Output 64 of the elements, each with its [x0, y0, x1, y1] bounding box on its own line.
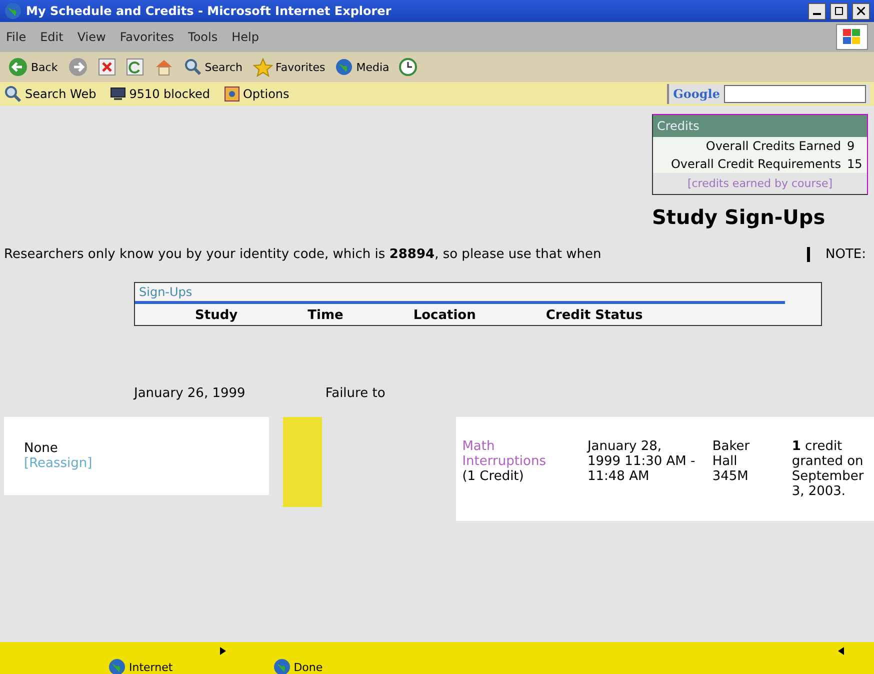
maximize-icon	[835, 7, 843, 15]
globe-icon	[335, 58, 354, 76]
menu-item[interactable]: File	[6, 30, 26, 44]
menu-item[interactable]: Edit	[40, 30, 64, 44]
google-logo: Google	[673, 87, 720, 101]
favorites-button[interactable]: Favorites	[252, 58, 326, 76]
close-button[interactable]	[852, 2, 870, 20]
minimize-button[interactable]	[808, 2, 826, 20]
menu-item[interactable]: View	[77, 30, 106, 44]
search-button[interactable]: Search	[184, 58, 243, 76]
table-cell-text: 1 credit granted on September 3, 2003.	[792, 439, 865, 499]
horizontal-scrollbar[interactable]	[0, 642, 874, 660]
left-arrow-icon	[838, 647, 844, 655]
search-button[interactable]: Search Web	[4, 85, 96, 103]
identity-note: Researchers only know you by your identity code, which is 28894, so please use that when	[4, 247, 602, 262]
section-heading: Study Sign-Ups	[652, 205, 826, 229]
column-header: Credit Status	[546, 308, 643, 323]
search-icon	[4, 85, 22, 103]
table-cell-text: January 28, 1999 11:30 AM - 11:48 AM	[587, 439, 696, 486]
media-button[interactable]: Media	[335, 58, 390, 76]
menu-item[interactable]: Help	[232, 30, 259, 44]
search-field[interactable]	[724, 85, 866, 103]
blocked-button[interactable]: 9510 blocked	[110, 87, 210, 101]
home-button[interactable]	[154, 58, 174, 76]
options-icon	[224, 86, 240, 102]
credit-label: Overall Credits Earned	[706, 139, 841, 153]
assignment-value: None	[24, 441, 59, 456]
back-button[interactable]: Back	[8, 57, 58, 77]
maximize-button[interactable]	[830, 2, 848, 20]
credit-count: (1 Credit)	[462, 469, 525, 484]
table-cell: January 26, 1999	[134, 386, 246, 401]
menu-item[interactable]: Favorites	[120, 30, 174, 44]
forward-button[interactable]	[68, 57, 88, 77]
table-cell-text: Baker Hall 345M	[712, 439, 751, 486]
study-link[interactable]: Math Interruptions	[462, 439, 572, 469]
credit-label: Overall Credit Requirements	[670, 157, 841, 171]
house-icon	[154, 58, 174, 76]
table-title: Sign-Ups	[135, 283, 785, 304]
menu-item[interactable]: Tools	[188, 30, 218, 44]
options-button[interactable]: Options	[224, 86, 290, 102]
column-header: Location	[413, 308, 476, 323]
clock-icon	[399, 58, 418, 76]
column-header: Time	[308, 308, 344, 323]
history-button[interactable]	[399, 58, 418, 76]
credit-value: 15	[847, 157, 864, 171]
window-title: My Schedule and Credits - Microsoft Internet Explorer	[26, 4, 392, 18]
column-header: Study	[195, 308, 238, 323]
status-text: Done	[294, 660, 323, 674]
star-icon	[252, 58, 273, 76]
search-icon	[184, 58, 202, 76]
stop-icon	[98, 58, 116, 76]
computer-icon	[110, 87, 126, 101]
flag-icon	[843, 29, 861, 45]
refresh-icon	[126, 58, 144, 76]
close-icon	[857, 7, 865, 15]
stop-button[interactable]	[98, 58, 116, 76]
credit-value: 9	[847, 139, 856, 153]
note-label: NOTE:	[806, 247, 866, 262]
refresh-button[interactable]	[126, 58, 144, 76]
internet-zone-icon	[108, 658, 126, 674]
zone-label: Internet	[129, 660, 173, 674]
right-arrow-icon	[220, 647, 226, 655]
credits-title: Credits	[653, 115, 867, 137]
table-cell: Failure to	[325, 386, 386, 401]
